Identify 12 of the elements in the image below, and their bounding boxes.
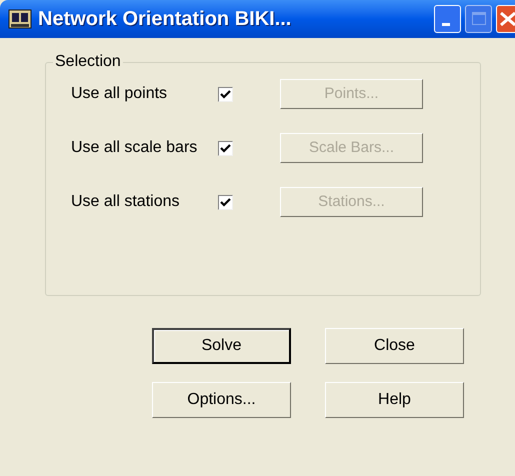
checkbox-label: Use all scale bars	[70, 138, 198, 158]
minimize-button[interactable]	[434, 5, 461, 33]
app-icon	[8, 8, 32, 30]
window-title: Network Orientation BIKI...	[38, 7, 292, 32]
dialog-button[interactable]: Options...	[152, 382, 291, 418]
close-button[interactable]	[496, 5, 515, 33]
dialog-button[interactable]: Solve	[152, 328, 291, 364]
dialog-button[interactable]: Close	[325, 328, 464, 364]
dialog-button[interactable]: Help	[325, 382, 464, 418]
checkbox-label: Use all points	[70, 84, 168, 104]
checkbox-label: Use all stations	[70, 192, 180, 212]
maximize-button[interactable]	[465, 5, 492, 33]
